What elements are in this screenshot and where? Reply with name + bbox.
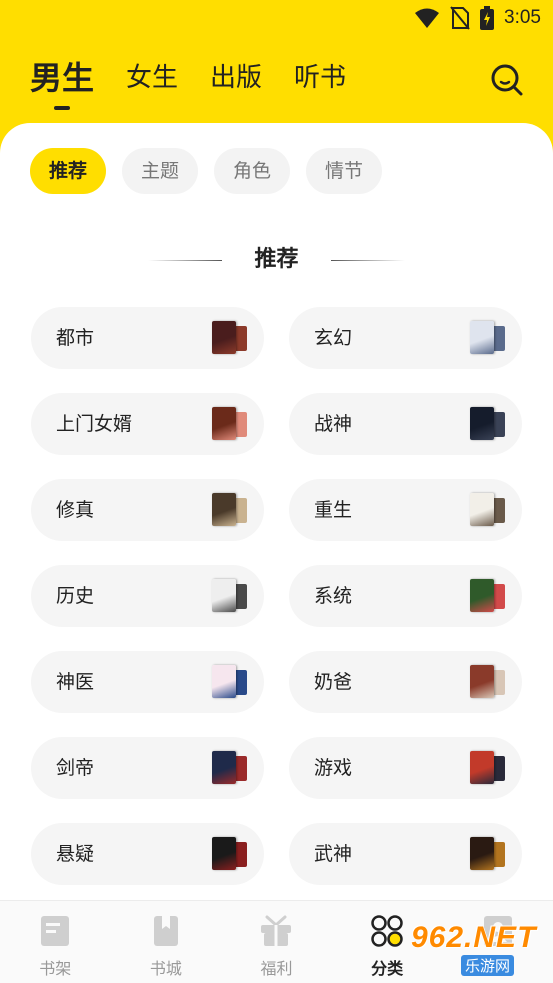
- book-cover-thumbnail: [470, 407, 494, 440]
- book-cover-thumbnail: [212, 579, 236, 612]
- status-time: 3:05: [504, 7, 541, 28]
- chip-role[interactable]: 角色: [214, 148, 291, 194]
- category-label: 悬疑: [56, 843, 95, 865]
- category-card[interactable]: 武神: [289, 823, 522, 885]
- nav-label: 书城: [149, 959, 182, 978]
- cover-thumbnails: [212, 407, 247, 441]
- top-tab-bar: 男生 女生 出版 听书: [30, 56, 378, 110]
- category-label: 剑帝: [56, 757, 95, 779]
- category-icon: [371, 915, 403, 947]
- book-cover-thumbnail: [212, 321, 236, 354]
- status-bar: 3:05: [0, 0, 553, 36]
- gift-icon: [261, 915, 292, 946]
- tab-label: 出版: [210, 63, 263, 93]
- cover-thumbnails: [470, 321, 505, 355]
- tab-label: 听书: [294, 63, 347, 93]
- category-card[interactable]: 系统: [289, 565, 522, 627]
- category-label: 系统: [314, 585, 353, 607]
- category-label: 历史: [56, 585, 95, 607]
- category-label: 战神: [314, 413, 353, 435]
- cover-thumbnails: [470, 837, 505, 871]
- tab-audiobook[interactable]: 听书: [294, 56, 346, 100]
- divider-right: [330, 259, 405, 261]
- search-icon: [491, 64, 523, 96]
- category-label: 修真: [56, 499, 95, 521]
- status-icons: 3:05: [414, 6, 541, 30]
- tab-male[interactable]: 男生: [30, 56, 95, 110]
- category-card[interactable]: 战神: [289, 393, 522, 455]
- search-button[interactable]: [490, 63, 524, 97]
- category-card[interactable]: 悬疑: [31, 823, 264, 885]
- book-cover-thumbnail: [470, 665, 494, 698]
- no-sim-icon: [450, 6, 470, 30]
- cover-thumbnails: [212, 751, 247, 785]
- category-label: 玄幻: [314, 327, 353, 349]
- cover-thumbnails: [470, 665, 505, 699]
- cover-thumbnails: [212, 321, 247, 355]
- category-label: 神医: [56, 671, 95, 693]
- section-title: 推荐: [254, 247, 299, 272]
- nav-bookstore[interactable]: 书城: [111, 901, 222, 983]
- battery-charging-icon: [480, 6, 495, 30]
- book-cover-thumbnail: [470, 837, 494, 870]
- category-label: 游戏: [314, 757, 353, 779]
- nav-welfare[interactable]: 福利: [221, 901, 332, 983]
- watermark-logo: 962.NET: [411, 921, 537, 954]
- chip-theme[interactable]: 主题: [122, 148, 199, 194]
- category-label: 都市: [56, 327, 95, 349]
- wifi-icon: [415, 8, 440, 28]
- watermark: 962.NET 乐游网: [405, 919, 545, 976]
- book-cover-thumbnail: [212, 407, 236, 440]
- tab-label: 女生: [126, 63, 179, 93]
- book-cover-thumbnail: [212, 665, 236, 698]
- bookshelf-icon: [41, 916, 70, 946]
- category-grid: 都市 玄幻上门女婿 战神修真 重生历史 系统神医 奶爸剑帝 游戏悬疑 武神: [31, 307, 522, 885]
- chip-recommend[interactable]: 推荐: [30, 148, 107, 194]
- category-card[interactable]: 修真: [31, 479, 264, 541]
- category-label: 奶爸: [314, 671, 353, 693]
- nav-label: 福利: [260, 959, 293, 978]
- cover-thumbnails: [470, 407, 505, 441]
- category-label: 重生: [314, 499, 353, 521]
- category-card[interactable]: 游戏: [289, 737, 522, 799]
- book-cover-thumbnail: [470, 493, 494, 526]
- category-label: 上门女婿: [56, 413, 133, 435]
- book-cover-thumbnail: [470, 751, 494, 784]
- category-panel: 推荐 主题 角色 情节 推荐 都市 玄幻上门女婿 战神修真 重生历史 系统神医 奶爸剑帝 游…: [0, 123, 553, 900]
- cover-thumbnails: [470, 493, 505, 527]
- category-card[interactable]: 神医: [31, 651, 264, 713]
- book-cover-thumbnail: [470, 321, 494, 354]
- book-cover-thumbnail: [212, 837, 236, 870]
- divider-left: [148, 259, 223, 261]
- filter-chips: 推荐 主题 角色 情节: [30, 148, 383, 194]
- nav-label: 书架: [39, 959, 72, 978]
- book-cover-thumbnail: [212, 751, 236, 784]
- nav-bookshelf[interactable]: 书架: [0, 901, 111, 983]
- watermark-site: 乐游网: [461, 955, 515, 976]
- bookstore-icon: [153, 916, 178, 946]
- tab-label: 男生: [30, 59, 95, 97]
- active-tab-indicator: [54, 106, 70, 110]
- cover-thumbnails: [470, 579, 505, 613]
- book-cover-thumbnail: [212, 493, 236, 526]
- category-card[interactable]: 历史: [31, 565, 264, 627]
- section-header: 推荐: [0, 241, 553, 273]
- category-label: 武神: [314, 843, 353, 865]
- cover-thumbnails: [212, 837, 247, 871]
- tab-female[interactable]: 女生: [126, 56, 178, 100]
- chip-plot[interactable]: 情节: [306, 148, 383, 194]
- category-card[interactable]: 重生: [289, 479, 522, 541]
- tab-publish[interactable]: 出版: [210, 56, 262, 100]
- cover-thumbnails: [212, 493, 247, 527]
- category-card[interactable]: 都市: [31, 307, 264, 369]
- cover-thumbnails: [212, 579, 247, 613]
- cover-thumbnails: [212, 665, 247, 699]
- category-card[interactable]: 上门女婿: [31, 393, 264, 455]
- cover-thumbnails: [470, 751, 505, 785]
- category-card[interactable]: 玄幻: [289, 307, 522, 369]
- category-card[interactable]: 奶爸: [289, 651, 522, 713]
- category-card[interactable]: 剑帝: [31, 737, 264, 799]
- book-cover-thumbnail: [470, 579, 494, 612]
